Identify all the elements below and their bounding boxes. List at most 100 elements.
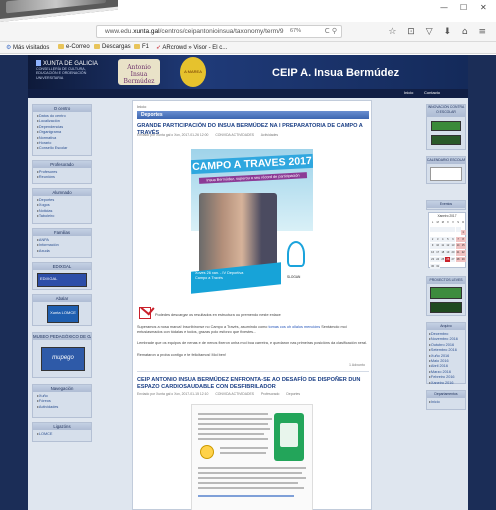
doc-text-line (198, 472, 302, 474)
sidebar-box-calendario: CALENDARIO ESCOLAR (426, 156, 466, 184)
post-meta: Enviado por Xunta gal o Xov, 2017-01-15 … (137, 392, 301, 396)
marea-logo[interactable]: A MAREA (180, 57, 206, 87)
xunta-subtitle: CONSELLERÍA DE CULTURA, EDUCACIÓN E ORDE… (36, 67, 87, 80)
innovation-banner-2[interactable] (431, 135, 461, 145)
sidebar-box-eventos: Eventos (426, 200, 466, 210)
sidebar-box-proxectos: PROXECTOS LEVES (426, 276, 466, 316)
sidebar-item[interactable]: Reunións (37, 175, 87, 180)
edixgal-banner[interactable]: EDIXGAL (37, 273, 87, 287)
zoom-level[interactable]: 67% (290, 28, 301, 34)
calendar-day[interactable]: 22 (460, 250, 466, 256)
box-title: Departamentos (427, 391, 465, 398)
page-viewport: XUNTA DE GALICIA CONSELLERÍA DE CULTURA,… (0, 55, 496, 510)
reload-search-icon[interactable]: C ⚲ (325, 27, 337, 35)
sidebar-box-profesorado: Profesorado Profesores Reunións (32, 160, 92, 184)
box-title: Alumnado (33, 189, 91, 196)
close-icon[interactable]: ✕ (480, 3, 487, 12)
poster-photo (199, 193, 277, 273)
poster-logo-label: SLOGAN (287, 275, 301, 279)
sidebar-box-departamentos: Departamentos Inicio (426, 390, 466, 410)
checkbox-document-icon[interactable] (139, 307, 151, 319)
sidebar-item[interactable]: Consello Escolar (37, 146, 87, 151)
doc-text-line (198, 482, 298, 484)
sidebar-box-alumnado: Alumnado Deportes Xogos Noticias Tabolei… (32, 188, 92, 224)
box-title: CALENDARIO ESCOLAR (427, 157, 465, 164)
strip-link-inicio[interactable]: Inicio (404, 90, 413, 95)
award-badge-icon (200, 445, 214, 459)
toolbar-icons[interactable]: ☆ ⊡ ▽ ⬇ ⌂ ≡ (388, 27, 490, 37)
box-title: EDIXGAL (33, 263, 91, 270)
bookmark-arcrowd[interactable]: ➶ ARcrowd » Visor - El c... (156, 44, 227, 51)
doc-text-line (198, 487, 304, 489)
school-logo[interactable]: Antonio Insua Bermúdez (118, 59, 160, 85)
sidebar-box-arquivo: Arquivo Decembro Novembro 2016 Outubro 2… (426, 322, 466, 386)
post-link[interactable]: tomas cos oh ollalos mencións (268, 325, 320, 329)
top-strip: Inicio Contacto (28, 89, 468, 98)
folder-icon (134, 44, 140, 49)
section-header: Deportes (137, 111, 369, 119)
site-header: XUNTA DE GALICIA CONSELLERÍA DE CULTURA,… (28, 55, 468, 89)
breadcrumb[interactable]: Inicio (137, 104, 146, 109)
project-banner[interactable] (430, 287, 462, 299)
archive-item[interactable]: Xaneiro 2016 (429, 381, 463, 386)
post-text-2: Lembrade que os equipos de nenas e de ne… (137, 341, 368, 345)
doc-text-line (198, 477, 306, 479)
xunta-logo[interactable]: XUNTA DE GALICIA CONSELLERÍA DE CULTURA,… (36, 60, 106, 80)
box-title: MUSEO PEDAGÓXICO DE GALICIA (33, 333, 91, 340)
doc-link-line (198, 495, 294, 497)
defibrillator-icon (274, 413, 304, 461)
minimize-icon[interactable]: — (440, 3, 448, 12)
box-title: Profesorado (33, 161, 91, 168)
calendar-day[interactable]: 1 (460, 229, 466, 236)
post-title[interactable]: CEIP ANTONIO INSUA BERMÚDEZ ENFRONTA-SE … (137, 377, 369, 390)
sidebar-box-familias: Familias ANPA Información Axuda (32, 228, 92, 258)
folder-icon (58, 44, 64, 49)
doc-text-line (198, 423, 268, 425)
campo-a-traves-poster[interactable]: CAMPO A TRAVES 2017 Insua Bermúdez, supe… (191, 149, 313, 301)
bookmark-descargas[interactable]: Descargas (94, 44, 131, 50)
sidebar-box-navegacion: Navegación Xuño Fóreos Actividades (32, 384, 92, 418)
strip-link-contacto[interactable]: Contacto (424, 90, 440, 95)
browser-navbar: www.edu.xunta.gal/centros/ceipantonioins… (0, 22, 496, 42)
doc-text-line (198, 467, 306, 469)
bookmark-ecorreo[interactable]: e-Correo (58, 44, 90, 50)
folder-icon (94, 44, 100, 49)
sidebar-item[interactable]: Inicio (429, 400, 463, 405)
calendar-day[interactable]: 15 (460, 243, 466, 249)
gear-icon: ⚙ (6, 45, 14, 51)
maximize-icon[interactable]: ☐ (460, 3, 467, 12)
sidebar-box-ligazons: Ligazóns LOMCE (32, 422, 92, 442)
school-calendar-image[interactable] (430, 167, 462, 181)
calendar-day[interactable]: 31 (435, 263, 441, 270)
url-text[interactable]: www.edu.xunta.gal/centros/ceipantonioins… (105, 28, 284, 35)
box-title: PROXECTOS LEVES (427, 277, 465, 284)
post-text-3: Remataron a proba contigo e te felicitam… (137, 353, 227, 357)
school-title[interactable]: CEIP A. Insua Bermúdez (272, 67, 399, 79)
innovation-banner[interactable] (431, 121, 461, 131)
weekday-label: D (462, 221, 465, 224)
project-banner-2[interactable] (430, 302, 462, 313)
sidebar-item[interactable]: Axuda (37, 249, 87, 254)
desfibrilador-document-image[interactable] (191, 404, 313, 510)
lomce-banner[interactable]: Xunta LOMCE (47, 305, 79, 323)
calendar-day[interactable]: 29 (460, 256, 466, 263)
left-sidebar: O centro Datos do centro Localización De… (32, 100, 92, 510)
box-title: O centro (33, 105, 91, 112)
sidebar-item[interactable]: Taboleiro (37, 214, 87, 219)
runner-figure-icon (287, 241, 305, 267)
doc-text-line (220, 452, 266, 454)
bookmark-most-visited[interactable]: ⚙ Más visitados (6, 44, 49, 51)
mupego-banner[interactable]: mupego (41, 347, 85, 371)
post-text: Superamos a nosa marca! Inscribíronse no… (137, 325, 347, 335)
sidebar-item[interactable]: Actividades (37, 405, 87, 410)
url-bar[interactable]: www.edu.xunta.gal/centros/ceipantonioins… (96, 25, 342, 38)
poster-band-text: Xoves 26 xan. - IV Deportiva Campo a Tra… (195, 271, 244, 280)
bookmark-f1[interactable]: F1 (134, 44, 149, 50)
box-title: INNOVACIÓN CONTRA O ESCOLAR (427, 105, 465, 117)
calendar-day[interactable]: 8 (460, 236, 466, 242)
sidebar-box-edixgal: EDIXGAL EDIXGAL (32, 262, 92, 290)
attachment-count[interactable]: 1 Adxunto (349, 363, 365, 367)
box-title: Arquivo (427, 323, 465, 330)
box-title: Navegación (33, 385, 91, 392)
sidebar-item[interactable]: LOMCE (37, 432, 87, 437)
